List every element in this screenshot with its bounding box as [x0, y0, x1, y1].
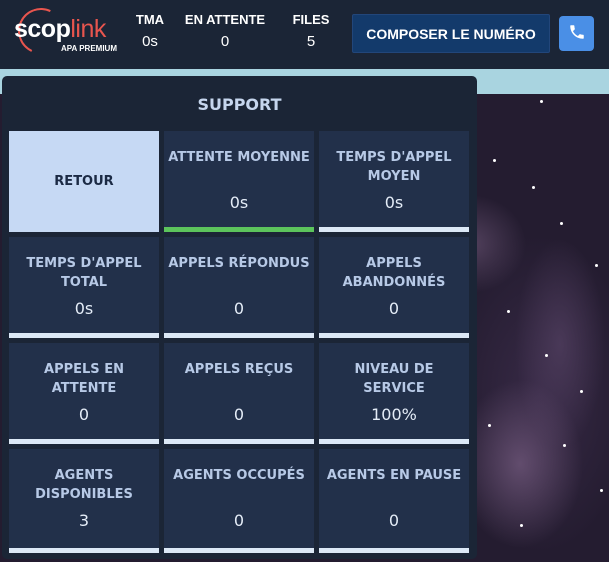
tile-label: AGENTS EN PAUSE [326, 468, 462, 483]
tile-attente-moyenne: ATTENTE MOYENNE 0s [164, 131, 314, 232]
tile-appels-repondus: APPELS RÉPONDUS 0 [164, 237, 314, 338]
tile-label: APPELS EN ATTENTE [44, 362, 124, 396]
stat-files-label: FILES [292, 12, 330, 27]
tile-label: APPELS RÉPONDUS [168, 256, 310, 271]
stat-tma: TMA 0s [132, 12, 168, 50]
tile-appels-en-attente: APPELS EN ATTENTE 0 [9, 343, 159, 444]
back-button[interactable]: RETOUR [9, 131, 159, 232]
star [545, 354, 548, 357]
tile-temps-appel-total: TEMPS D'APPEL TOTAL 0s [9, 237, 159, 338]
star [507, 310, 510, 313]
star [520, 524, 523, 527]
tile-agents-disponibles: AGENTS DISPONIBLES 3 [9, 449, 159, 553]
star [600, 489, 603, 492]
star [532, 186, 535, 189]
tile-temps-appel-moyen: TEMPS D'APPEL MOYEN 0s [319, 131, 469, 232]
tile-label: ATTENTE MOYENNE [168, 150, 310, 165]
tile-label: APPELS ABANDONNÉS [342, 256, 446, 290]
brand-name-part2: link [70, 15, 106, 43]
tile-label: TEMPS D'APPEL TOTAL [26, 256, 142, 290]
stat-en-attente-label: EN ATTENTE [184, 12, 266, 27]
tile-value: 0 [233, 299, 245, 318]
panel-title: SUPPORT [197, 95, 282, 114]
star [580, 390, 583, 393]
back-button-label: RETOUR [54, 174, 114, 189]
tile-agents-en-pause: AGENTS EN PAUSE 0 [319, 449, 469, 553]
stat-files: FILES 5 [288, 12, 334, 50]
tile-value: 0 [388, 511, 400, 530]
tile-label: APPELS REÇUS [184, 362, 294, 377]
tile-label: TEMPS D'APPEL MOYEN [336, 150, 452, 184]
compose-number-button[interactable]: COMPOSER LE NUMÉRO [352, 14, 550, 53]
brand-subtitle: APA PREMIUM [61, 44, 117, 53]
star [488, 424, 491, 427]
stat-en-attente-value: 0 [220, 33, 230, 50]
star [563, 444, 566, 447]
tile-appels-abandonnes: APPELS ABANDONNÉS 0 [319, 237, 469, 338]
brand-name-part1: scop [14, 15, 71, 43]
stat-files-value: 5 [306, 33, 316, 50]
star [493, 159, 496, 162]
tile-value: 0 [233, 511, 245, 530]
support-panel: SUPPORT RETOUR ATTENTE MOYENNE 0s TEMPS … [2, 76, 477, 559]
tile-agents-occupes: AGENTS OCCUPÉS 0 [164, 449, 314, 553]
tile-label: NIVEAU DE SERVICE [354, 362, 434, 396]
tile-niveau-de-service: NIVEAU DE SERVICE 100% [319, 343, 469, 444]
tile-value: 0s [229, 193, 249, 212]
stat-tma-value: 0s [142, 33, 158, 50]
tile-value: 0s [74, 299, 94, 318]
star [595, 264, 598, 267]
compose-number-label: COMPOSER LE NUMÉRO [366, 25, 536, 42]
tile-label: AGENTS DISPONIBLES [35, 468, 133, 502]
phone-button[interactable] [559, 16, 594, 51]
tile-value: 100% [371, 405, 417, 424]
tile-value: 0 [78, 405, 90, 424]
top-bar: scoplink APA PREMIUM TMA 0s EN ATTENTE 0… [0, 0, 609, 69]
tile-appels-recus: APPELS REÇUS 0 [164, 343, 314, 444]
stat-en-attente: EN ATTENTE 0 [182, 12, 268, 50]
star [540, 100, 543, 103]
scoplink-logo: scoplink APA PREMIUM [11, 1, 117, 61]
tile-value: 0 [233, 405, 245, 424]
tile-value: 0 [388, 299, 400, 318]
tile-value: 3 [78, 511, 90, 530]
star [560, 222, 563, 225]
phone-icon [568, 23, 586, 45]
tile-value: 0s [384, 193, 404, 212]
stat-tma-label: TMA [135, 12, 165, 27]
tile-label: AGENTS OCCUPÉS [173, 468, 305, 483]
